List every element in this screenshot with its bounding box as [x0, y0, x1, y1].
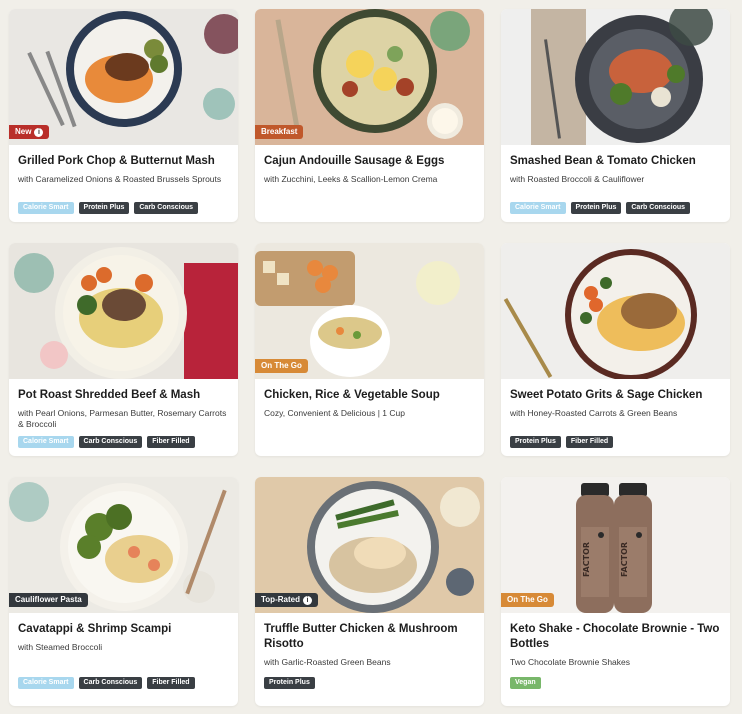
diet-badge: Fiber Filled [565, 436, 614, 448]
diet-badge: Fiber Filled [147, 677, 195, 689]
meal-card-body: Chicken, Rice & Vegetable Soup Cozy, Conv… [255, 379, 484, 419]
meal-subtitle: with Zucchini, Leeks & Scallion-Lemon Cr… [264, 174, 438, 184]
meal-tag-label: Breakfast [261, 127, 298, 136]
meal-title[interactable]: Grilled Pork Chop & Butternut Mash [18, 154, 229, 169]
diet-badge: Protein Plus [570, 202, 622, 214]
meal-card[interactable]: Cauliflower Pasta Cavatappi & Shrimp Scam… [9, 477, 238, 706]
diet-badge: Vegan [510, 677, 541, 689]
meal-image[interactable] [9, 243, 238, 379]
meal-card-body: Keto Shake - Chocolate Brownie - Two Bot… [501, 613, 730, 668]
diet-badge: Protein Plus [510, 436, 561, 448]
meal-card-body: Truffle Butter Chicken & Mushroom Risott… [255, 613, 484, 668]
meal-tag-label: Cauliflower Pasta [15, 595, 82, 604]
diet-badge: Protein Plus [264, 677, 315, 689]
diet-badge: Calorie Smart [510, 202, 566, 214]
meal-subtitle: with Steamed Broccoli [18, 642, 103, 652]
meal-image[interactable]: On The Go [255, 243, 484, 379]
meal-card[interactable]: Breakfast Cajun Andouille Sausage & Eggs w… [255, 9, 484, 222]
meal-badges: Calorie Smart Protein Plus Carb Conscious [510, 202, 691, 214]
meal-title[interactable]: Truffle Butter Chicken & Mushroom Risott… [264, 622, 475, 652]
svg-text:FACTOR: FACTOR [620, 542, 629, 577]
meal-subtitle: with Garlic-Roasted Green Beans [264, 657, 391, 667]
meal-card[interactable]: Pot Roast Shredded Beef & Mash with Pearl… [9, 243, 238, 456]
meal-tag: Cauliflower Pasta [9, 593, 88, 607]
diet-badge: Carb Conscious [626, 202, 691, 214]
meal-title[interactable]: Cajun Andouille Sausage & Eggs [264, 154, 475, 169]
diet-badge: Calorie Smart [18, 202, 74, 214]
meal-card[interactable]: FACTOR FACTOR On The Go Keto Shake - Choc… [501, 477, 730, 706]
meal-tag-label: New [15, 127, 32, 136]
meal-card[interactable]: Top-Rated i Truffle Butter Chicken & Mushr… [255, 477, 484, 706]
meal-badges: Vegan [510, 677, 541, 689]
meal-tag: On The Go [255, 359, 308, 373]
meal-image[interactable]: Breakfast [255, 9, 484, 145]
meal-card-body: Smashed Bean & Tomato Chicken with Roaste… [501, 145, 730, 185]
meal-badges: Calorie Smart Carb Conscious Fiber Filled [18, 436, 195, 448]
meal-card-body: Sweet Potato Grits & Sage Chicken with Ho… [501, 379, 730, 419]
meal-image[interactable]: Cauliflower Pasta [9, 477, 238, 613]
meal-card-body: Grilled Pork Chop & Butternut Mash with C… [9, 145, 238, 185]
diet-badge: Protein Plus [78, 202, 130, 214]
meal-card[interactable]: New i Grilled Pork Chop & Butternut Mash wi… [9, 9, 238, 222]
diet-badge: Fiber Filled [147, 436, 195, 448]
meal-image[interactable] [501, 9, 730, 145]
meal-subtitle: with Roasted Broccoli & Cauliflower [510, 174, 645, 184]
meal-card-body: Cavatappi & Shrimp Scampi with Steamed Br… [9, 613, 238, 653]
meal-badges: Protein Plus [264, 677, 315, 689]
meal-badges: Calorie Smart Protein Plus Carb Conscious [18, 202, 199, 214]
meal-title[interactable]: Keto Shake - Chocolate Brownie - Two Bot… [510, 622, 721, 652]
meal-tag: On The Go [501, 593, 554, 607]
meal-tag: Top-Rated i [255, 593, 318, 607]
meal-card[interactable]: Smashed Bean & Tomato Chicken with Roaste… [501, 9, 730, 222]
meal-badges: Calorie Smart Carb Conscious Fiber Filled [18, 677, 195, 689]
meal-card[interactable]: On The Go Chicken, Rice & Vegetable Soup C… [255, 243, 484, 456]
meal-title[interactable]: Sweet Potato Grits & Sage Chicken [510, 388, 721, 403]
meal-title[interactable]: Pot Roast Shredded Beef & Mash [18, 388, 229, 403]
meal-tag: New i [9, 125, 50, 139]
meal-card[interactable]: Sweet Potato Grits & Sage Chicken with Ho… [501, 243, 730, 456]
diet-badge: Carb Conscious [78, 677, 143, 689]
info-icon[interactable]: i [34, 127, 44, 137]
meal-subtitle: with Honey-Roasted Carrots & Green Beans [510, 408, 678, 418]
diet-badge: Carb Conscious [78, 436, 143, 448]
meal-tag-label: Top-Rated [261, 595, 300, 604]
meal-image[interactable] [501, 243, 730, 379]
meal-subtitle: with Pearl Onions, Parmesan Butter, Rose… [18, 408, 227, 429]
meal-title[interactable]: Smashed Bean & Tomato Chicken [510, 154, 721, 169]
meal-image[interactable]: Top-Rated i [255, 477, 484, 613]
meal-title[interactable]: Chicken, Rice & Vegetable Soup [264, 388, 475, 403]
meal-tag-label: On The Go [507, 595, 548, 604]
meal-subtitle: Two Chocolate Brownie Shakes [510, 657, 631, 667]
meal-card-body: Cajun Andouille Sausage & Eggs with Zucch… [255, 145, 484, 185]
meal-image[interactable]: New i [9, 9, 238, 145]
meal-subtitle: Cozy, Convenient & Delicious | 1 Cup [264, 408, 405, 418]
meal-badges: Protein Plus Fiber Filled [510, 436, 614, 448]
meal-image[interactable]: FACTOR FACTOR On The Go [501, 477, 730, 613]
meal-subtitle: with Caramelized Onions & Roasted Brusse… [18, 174, 222, 184]
svg-text:FACTOR: FACTOR [582, 542, 591, 577]
diet-badge: Calorie Smart [18, 677, 74, 689]
meal-tag: Breakfast [255, 125, 304, 139]
info-icon[interactable]: i [302, 595, 312, 605]
meal-card-body: Pot Roast Shredded Beef & Mash with Pearl… [9, 379, 238, 430]
meal-tag-label: On The Go [261, 361, 302, 370]
diet-badge: Calorie Smart [18, 436, 74, 448]
diet-badge: Carb Conscious [134, 202, 199, 214]
meal-title[interactable]: Cavatappi & Shrimp Scampi [18, 622, 229, 637]
